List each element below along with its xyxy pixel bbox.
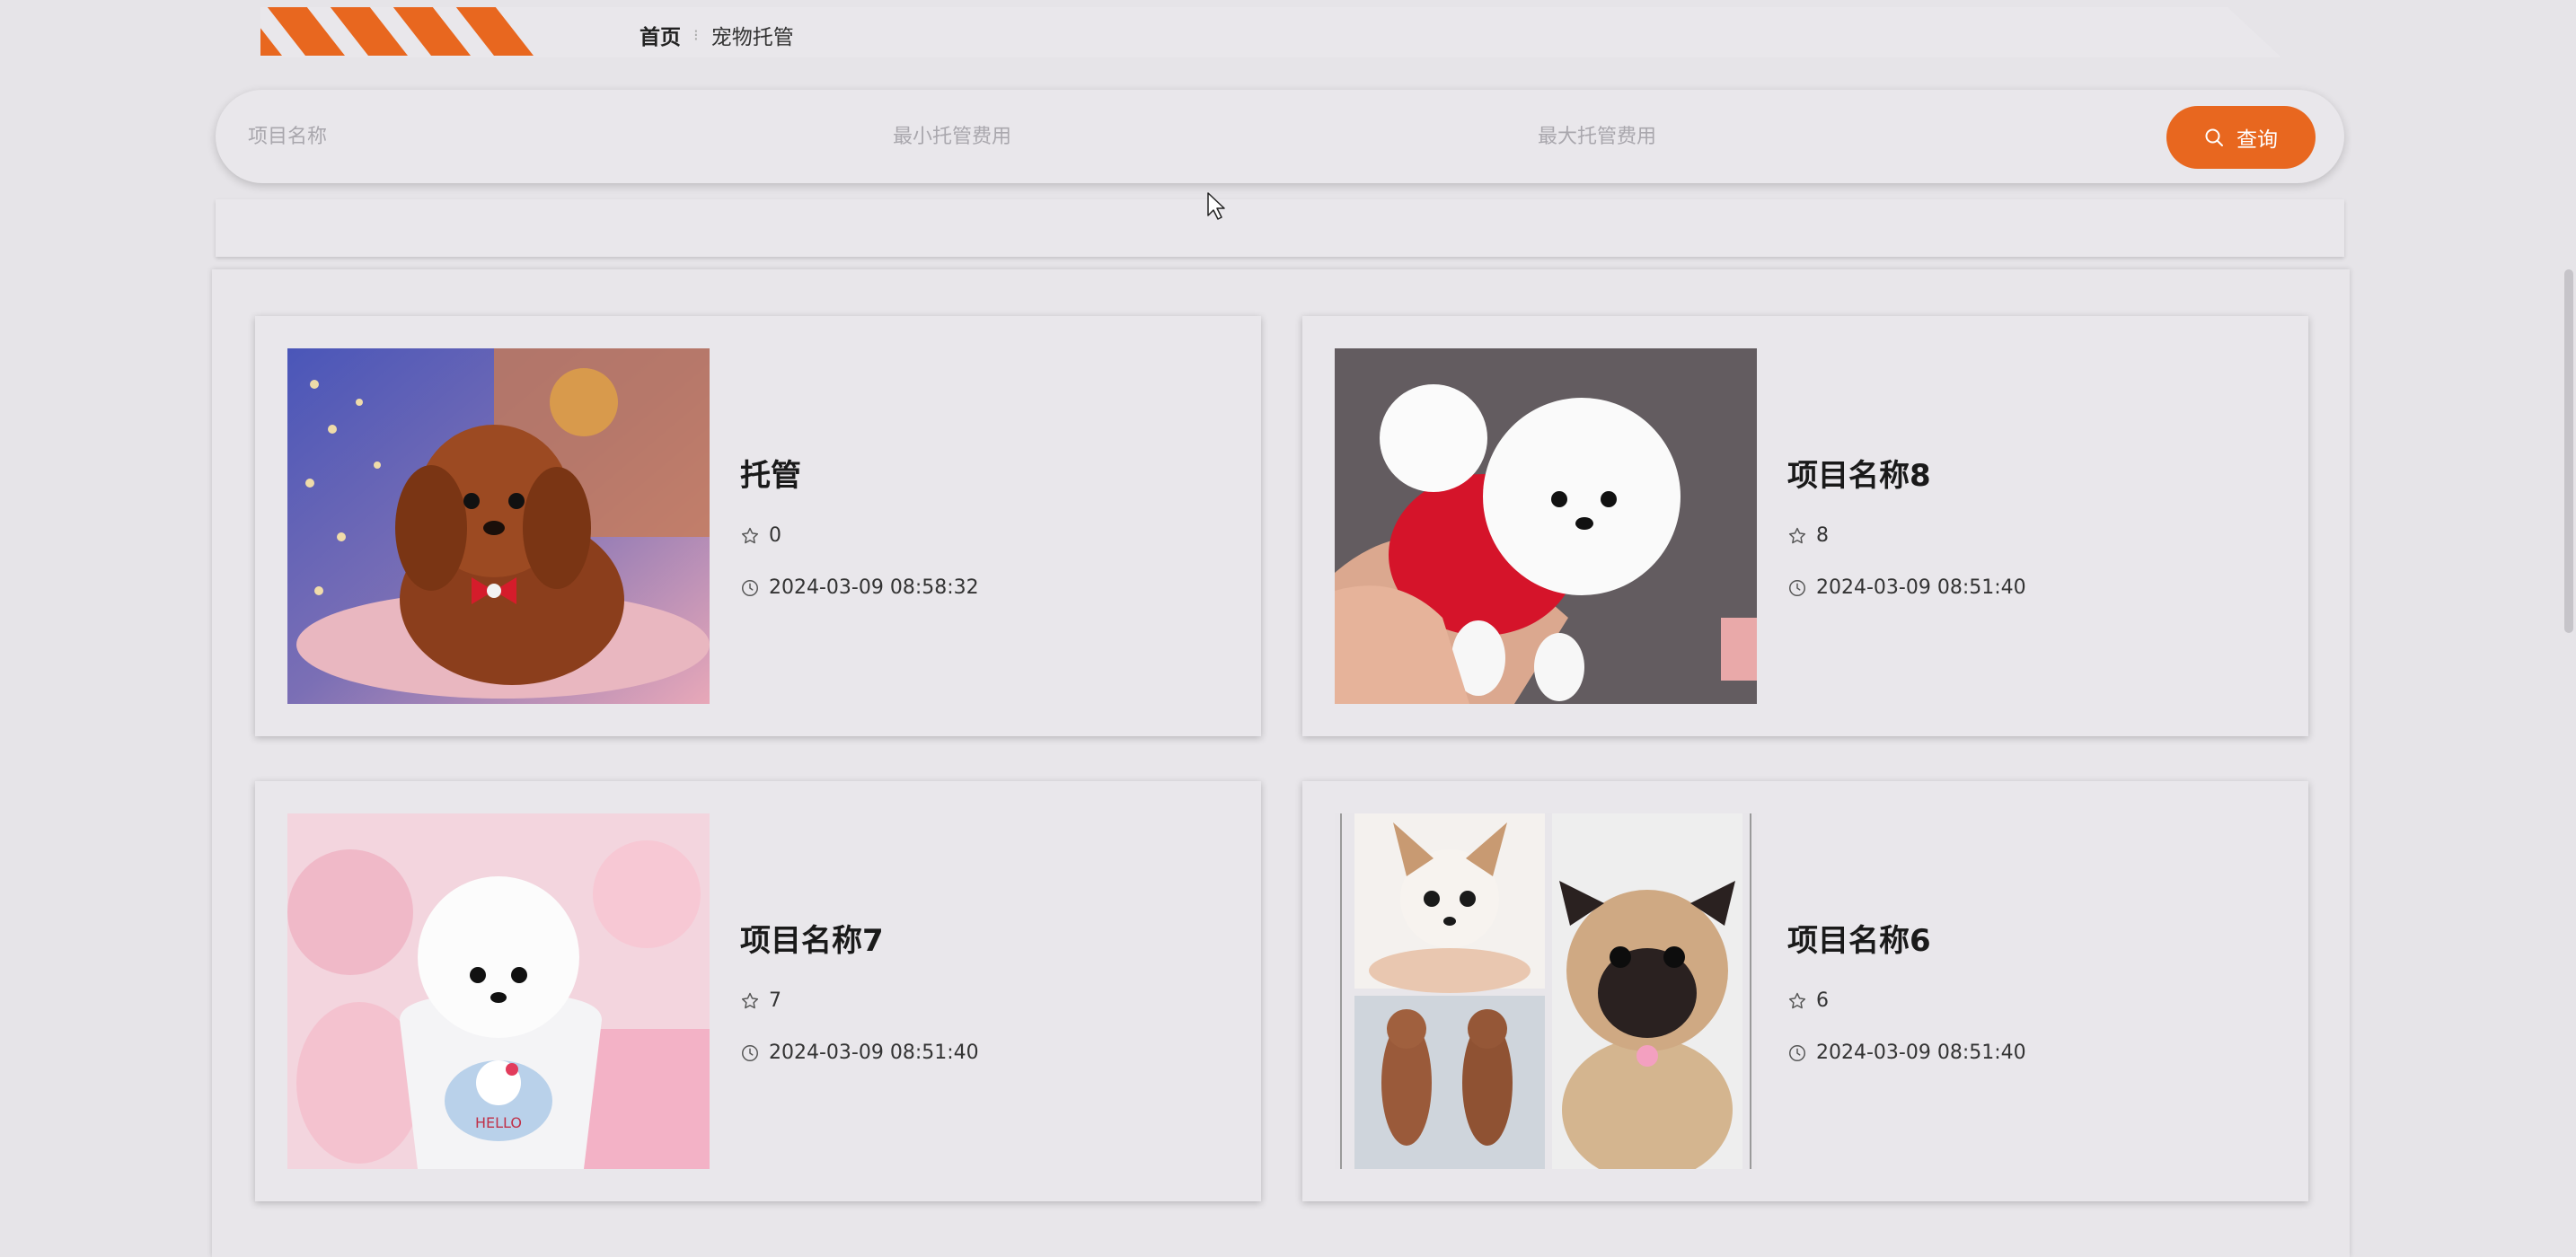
list-item[interactable]: 项目名称6 6 2024-03-09 08:51:40	[1302, 781, 2308, 1201]
star-icon	[741, 527, 759, 543]
breadcrumb-banner	[260, 7, 2281, 57]
pet-image[interactable]	[1335, 348, 1757, 704]
card-views-count: 8	[1816, 524, 1829, 547]
card-title: 项目名称7	[740, 923, 884, 959]
hosting-list-panel: 托管 0 2024-03-09 08:58:32 项目名称8 8 2024-03…	[212, 269, 2350, 1257]
list-item[interactable]: 托管 0 2024-03-09 08:58:32	[255, 316, 1261, 736]
max-fee-input[interactable]	[1536, 113, 2111, 160]
list-item[interactable]: 项目名称8 8 2024-03-09 08:51:40	[1302, 316, 2308, 736]
card-time: 2024-03-09 08:51:40	[1787, 576, 2026, 599]
card-time: 2024-03-09 08:51:40	[1787, 1042, 2026, 1064]
banner-stripes-decoration	[260, 7, 557, 56]
pet-image[interactable]	[1335, 813, 1757, 1169]
scrollbar-thumb[interactable]	[2564, 269, 2573, 633]
card-time: 2024-03-09 08:58:32	[740, 576, 979, 599]
mouse-cursor-icon	[1207, 192, 1225, 220]
card-title: 项目名称6	[1787, 923, 1931, 959]
scrollbar-track[interactable]	[2560, 0, 2576, 1228]
card-time-value: 2024-03-09 08:51:40	[769, 1042, 979, 1064]
breadcrumb-separator: ⁝	[693, 25, 699, 45]
card-time-value: 2024-03-09 08:58:32	[769, 576, 979, 599]
card-time-value: 2024-03-09 08:51:40	[1816, 576, 2026, 599]
card-views: 7	[740, 989, 781, 1012]
clock-icon	[1789, 579, 1805, 596]
list-item[interactable]: HELLO 项目名称7 7 2024-03-09 08:51:40	[255, 781, 1261, 1201]
min-fee-input[interactable]	[891, 113, 1466, 160]
card-views: 8	[1787, 524, 1829, 547]
filter-strip	[216, 199, 2344, 257]
breadcrumb-home-link[interactable]: 首页	[640, 20, 681, 50]
clock-icon	[742, 579, 758, 596]
star-icon	[1788, 527, 1806, 543]
clock-icon	[1789, 1044, 1805, 1061]
search-bar: 查询	[216, 90, 2344, 183]
search-icon	[2205, 128, 2223, 146]
card-views-count: 6	[1816, 989, 1829, 1012]
pet-image[interactable]	[287, 348, 710, 704]
card-time-value: 2024-03-09 08:51:40	[1816, 1042, 2026, 1064]
card-views-count: 0	[769, 524, 781, 547]
star-icon	[1788, 992, 1806, 1008]
breadcrumb: 首页 ⁝ 宠物托管	[640, 20, 794, 50]
card-title: 项目名称8	[1787, 458, 1931, 494]
search-button[interactable]: 查询	[2166, 106, 2316, 169]
pet-image[interactable]: HELLO	[287, 813, 710, 1169]
card-views-count: 7	[769, 989, 781, 1012]
card-views: 0	[740, 524, 781, 547]
card-time: 2024-03-09 08:51:40	[740, 1042, 979, 1064]
card-title: 托管	[740, 458, 801, 494]
clock-icon	[742, 1044, 758, 1061]
star-icon	[741, 992, 759, 1008]
search-button-label: 查询	[2236, 128, 2278, 152]
project-name-input[interactable]	[246, 113, 821, 160]
card-views: 6	[1787, 989, 1829, 1012]
breadcrumb-current: 宠物托管	[710, 26, 794, 49]
svg-text:HELLO: HELLO	[475, 1114, 522, 1131]
